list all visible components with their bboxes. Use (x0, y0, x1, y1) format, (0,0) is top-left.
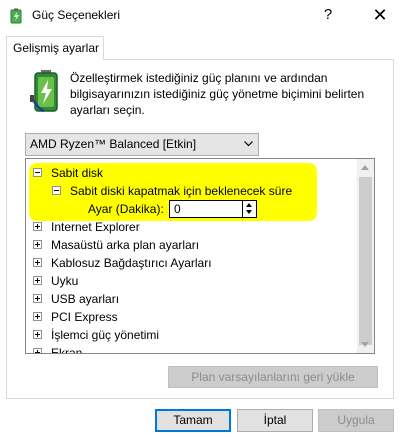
tree-item-label: Uyku (51, 274, 79, 288)
expand-icon[interactable] (33, 222, 42, 231)
expand-icon[interactable] (33, 258, 42, 267)
ok-button[interactable]: Tamam (155, 409, 231, 432)
apply-button[interactable]: Uygula (318, 409, 394, 432)
chevron-down-icon (244, 141, 253, 147)
restore-defaults-button[interactable]: Plan varsayılanlarını geri yükle (168, 366, 378, 388)
power-options-icon (10, 8, 22, 24)
minutes-spinbox[interactable]: 0 (169, 200, 257, 218)
tree-item-label: PCI Express (51, 310, 118, 324)
power-plan-select[interactable]: AMD Ryzen™ Balanced [Etkin] (25, 133, 259, 156)
help-button[interactable]: ? (318, 5, 338, 25)
spin-up-icon[interactable] (246, 203, 252, 207)
expand-icon[interactable] (33, 276, 42, 285)
expand-icon[interactable] (33, 312, 42, 321)
tree-item-label: Internet Explorer (51, 220, 140, 234)
cancel-button[interactable]: İptal (237, 409, 313, 432)
close-button[interactable]: ✕ (370, 5, 390, 25)
setting-minutes-label: Ayar (Dakika): (88, 202, 164, 216)
tree-item-label: Kablosuz Bağdaştırıcı Ayarları (51, 256, 212, 270)
scroll-down-icon[interactable] (361, 342, 369, 347)
tab-advanced-settings[interactable]: Gelişmiş ayarlar (6, 36, 104, 60)
power-plan-select-value: AMD Ryzen™ Balanced [Etkin] (30, 137, 197, 151)
tree-item-label: Ekran (51, 346, 83, 354)
expand-icon[interactable] (33, 240, 42, 249)
spin-arrows[interactable] (242, 201, 256, 217)
collapse-icon[interactable] (33, 168, 42, 177)
expand-icon[interactable] (33, 330, 42, 339)
scroll-up-icon[interactable] (361, 165, 369, 170)
tree-item-label: USB ayarları (51, 292, 120, 306)
vertical-scrollbar[interactable] (357, 159, 374, 353)
title-bar: Güç Seçenekleri ? ✕ (0, 0, 400, 31)
minutes-value: 0 (174, 202, 181, 216)
tree-item-label: Sabit diski kapatmak için beklenecek sür… (70, 184, 293, 198)
collapse-icon[interactable] (52, 186, 61, 195)
expand-icon[interactable] (33, 348, 42, 353)
tree-item-label: Sabit disk (51, 166, 104, 180)
window-title: Güç Seçenekleri (32, 8, 121, 22)
settings-tree[interactable]: Sabit disk Sabit diski kapatmak için bek… (25, 158, 375, 354)
tree-item-label: İşlemci güç yönetimi (51, 328, 160, 342)
expand-icon[interactable] (33, 294, 42, 303)
description-text: Özelleştirmek istediğiniz güç planını ve… (70, 71, 365, 117)
battery-icon (30, 70, 58, 113)
scrollbar-thumb[interactable] (359, 177, 372, 345)
spin-down-icon[interactable] (246, 210, 252, 214)
tree-item-label: Masaüstü arka plan ayarları (51, 238, 200, 252)
